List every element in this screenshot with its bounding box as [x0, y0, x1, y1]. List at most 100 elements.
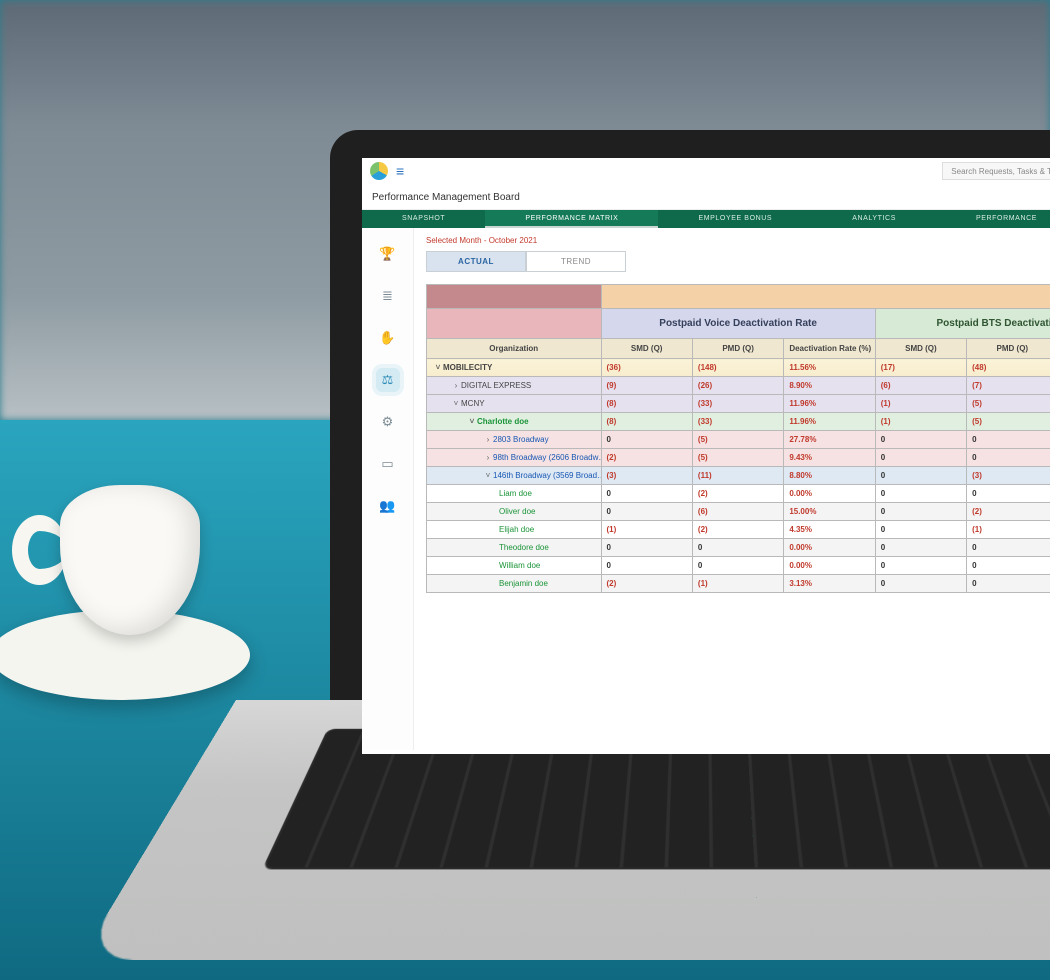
data-cell: (8) — [601, 413, 692, 431]
org-cell[interactable]: ˅MCNY — [427, 395, 602, 413]
data-cell: 0 — [692, 539, 783, 557]
top-bar: ≡ Search Requests, Tasks & Tickets ⌕ 🔔 — [362, 158, 1050, 184]
chevron-icon[interactable]: ˅ — [451, 399, 461, 408]
tab-performance[interactable]: PERFORMANCE — [936, 210, 1050, 228]
tab-employee-bonus[interactable]: EMPLOYEE BONUS — [658, 210, 812, 228]
group-icon[interactable]: 👥 — [376, 494, 400, 518]
col-organization: Organization — [427, 339, 602, 359]
org-cell[interactable]: ˅146th Broadway (3569 Broad… — [427, 467, 602, 485]
org-cell[interactable]: ˅Charlotte doe — [427, 413, 602, 431]
data-cell: 0 — [967, 575, 1050, 593]
group-header-bts: Postpaid BTS Deactivation Rate — [875, 309, 1050, 339]
data-cell: 0 — [692, 557, 783, 575]
gear-icon[interactable]: ⚙ — [376, 410, 400, 434]
table-row[interactable]: ›DIGITAL EXPRESS(9)(26)8.90%(6)(7)14.58% — [427, 377, 1050, 395]
app-screen: ≡ Search Requests, Tasks & Tickets ⌕ 🔔 P… — [362, 158, 1050, 754]
data-cell: (1) — [967, 521, 1050, 539]
table-row[interactable]: William doe000.00%000.00% — [427, 557, 1050, 575]
data-cell: (5) — [692, 449, 783, 467]
data-cell: (6) — [692, 503, 783, 521]
data-cell: (3) — [601, 467, 692, 485]
tab-snapshot[interactable]: SNAPSHOT — [362, 210, 485, 228]
data-cell: 0 — [601, 539, 692, 557]
trophy-icon[interactable]: 🏆 — [376, 242, 400, 266]
data-cell: (5) — [692, 431, 783, 449]
selected-month: Selected Month - October 2021 — [426, 236, 1050, 245]
group-header-voice: Postpaid Voice Deactivation Rate — [601, 309, 875, 339]
scale-icon[interactable]: ⚖ — [376, 368, 400, 392]
table-row[interactable]: ˅MOBILECITY(36)(148)11.56%(17)(48)17.65% — [427, 359, 1050, 377]
laptop: ≡ Search Requests, Tasks & Tickets ⌕ 🔔 P… — [236, 100, 1050, 980]
chevron-icon[interactable]: › — [483, 435, 493, 444]
matrix-table: Postpaid Voice Deactivation Rate Postpai… — [426, 284, 1050, 593]
data-cell: 0 — [601, 431, 692, 449]
table-row[interactable]: Elijah doe(1)(2)4.35%0(1)6.67% — [427, 521, 1050, 539]
data-cell: (2) — [692, 485, 783, 503]
table-row[interactable]: ˅Charlotte doe(8)(33)11.96%(1)(5)8.33% — [427, 413, 1050, 431]
org-label: 2803 Broadway — [493, 435, 549, 444]
data-cell: (1) — [601, 521, 692, 539]
data-cell: 27.78% — [784, 431, 875, 449]
data-cell: (1) — [875, 395, 966, 413]
pill-actual[interactable]: ACTUAL — [426, 251, 526, 272]
data-cell: 11.56% — [784, 359, 875, 377]
data-cell: 0.00% — [784, 557, 875, 575]
data-cell: (2) — [692, 521, 783, 539]
org-cell[interactable]: William doe — [427, 557, 602, 575]
chevron-icon[interactable]: › — [451, 381, 461, 390]
org-label: Benjamin doe — [499, 579, 548, 588]
org-cell[interactable]: Theodore doe — [427, 539, 602, 557]
search-placeholder: Search Requests, Tasks & Tickets — [951, 167, 1050, 176]
chevron-icon[interactable]: ˅ — [433, 363, 443, 372]
org-cell[interactable]: ›2803 Broadway — [427, 431, 602, 449]
data-cell: (3) — [967, 467, 1050, 485]
data-cell: 4.35% — [784, 521, 875, 539]
data-cell: (8) — [601, 395, 692, 413]
app-logo — [370, 162, 388, 180]
data-cell: 0 — [875, 521, 966, 539]
org-label: DIGITAL EXPRESS — [461, 381, 531, 390]
data-cell: (6) — [875, 377, 966, 395]
data-cell: 0 — [875, 539, 966, 557]
org-cell[interactable]: Elijah doe — [427, 521, 602, 539]
table-row[interactable]: Benjamin doe(2)(1)3.13%000.00% — [427, 575, 1050, 593]
col-header: Deactivation Rate (%) — [784, 339, 875, 359]
table-row[interactable]: ›98th Broadway (2606 Broadw…(2)(5)9.43%0… — [427, 449, 1050, 467]
table-row[interactable]: ˅146th Broadway (3569 Broad…(3)(11)8.80%… — [427, 467, 1050, 485]
table-row[interactable]: Liam doe0(2)0.00%000.00% — [427, 485, 1050, 503]
table-row[interactable]: ˅MCNY(8)(33)11.96%(1)(5)8.33% — [427, 395, 1050, 413]
card-icon[interactable]: ▭ — [376, 452, 400, 476]
table-row[interactable]: Theodore doe000.00%000.00% — [427, 539, 1050, 557]
org-cell[interactable]: Oliver doe — [427, 503, 602, 521]
stack-icon[interactable]: ≣ — [376, 284, 400, 308]
org-cell[interactable]: Benjamin doe — [427, 575, 602, 593]
data-cell: 0 — [601, 485, 692, 503]
search-input[interactable]: Search Requests, Tasks & Tickets ⌕ — [942, 162, 1050, 180]
chevron-icon[interactable]: ˅ — [467, 417, 477, 426]
chevron-icon[interactable]: ˅ — [483, 471, 493, 480]
org-cell[interactable]: ›98th Broadway (2606 Broadw… — [427, 449, 602, 467]
hand-icon[interactable]: ✋ — [376, 326, 400, 350]
org-cell[interactable]: ˅MOBILECITY — [427, 359, 602, 377]
data-cell: 15.00% — [784, 503, 875, 521]
tab-performance-matrix[interactable]: PERFORMANCE MATRIX — [485, 210, 658, 228]
org-cell[interactable]: ›DIGITAL EXPRESS — [427, 377, 602, 395]
table-row[interactable]: Oliver doe0(6)15.00%0(2)33.33% — [427, 503, 1050, 521]
data-cell: (36) — [601, 359, 692, 377]
data-cell: (148) — [692, 359, 783, 377]
chevron-icon[interactable]: › — [483, 453, 493, 462]
menu-icon[interactable]: ≡ — [396, 163, 404, 179]
data-cell: (7) — [967, 377, 1050, 395]
data-cell: (5) — [967, 395, 1050, 413]
table-row[interactable]: ›2803 Broadway0(5)27.78%000.00% — [427, 431, 1050, 449]
coffee-cup — [30, 460, 210, 680]
col-header: PMD (Q) — [967, 339, 1050, 359]
org-cell[interactable]: Liam doe — [427, 485, 602, 503]
data-cell: (9) — [601, 377, 692, 395]
col-header: SMD (Q) — [601, 339, 692, 359]
data-cell: 0 — [875, 431, 966, 449]
tab-analytics[interactable]: ANALYTICS — [812, 210, 936, 228]
data-cell: 0 — [967, 485, 1050, 503]
data-cell: 0 — [875, 575, 966, 593]
pill-trend[interactable]: TREND — [526, 251, 626, 272]
